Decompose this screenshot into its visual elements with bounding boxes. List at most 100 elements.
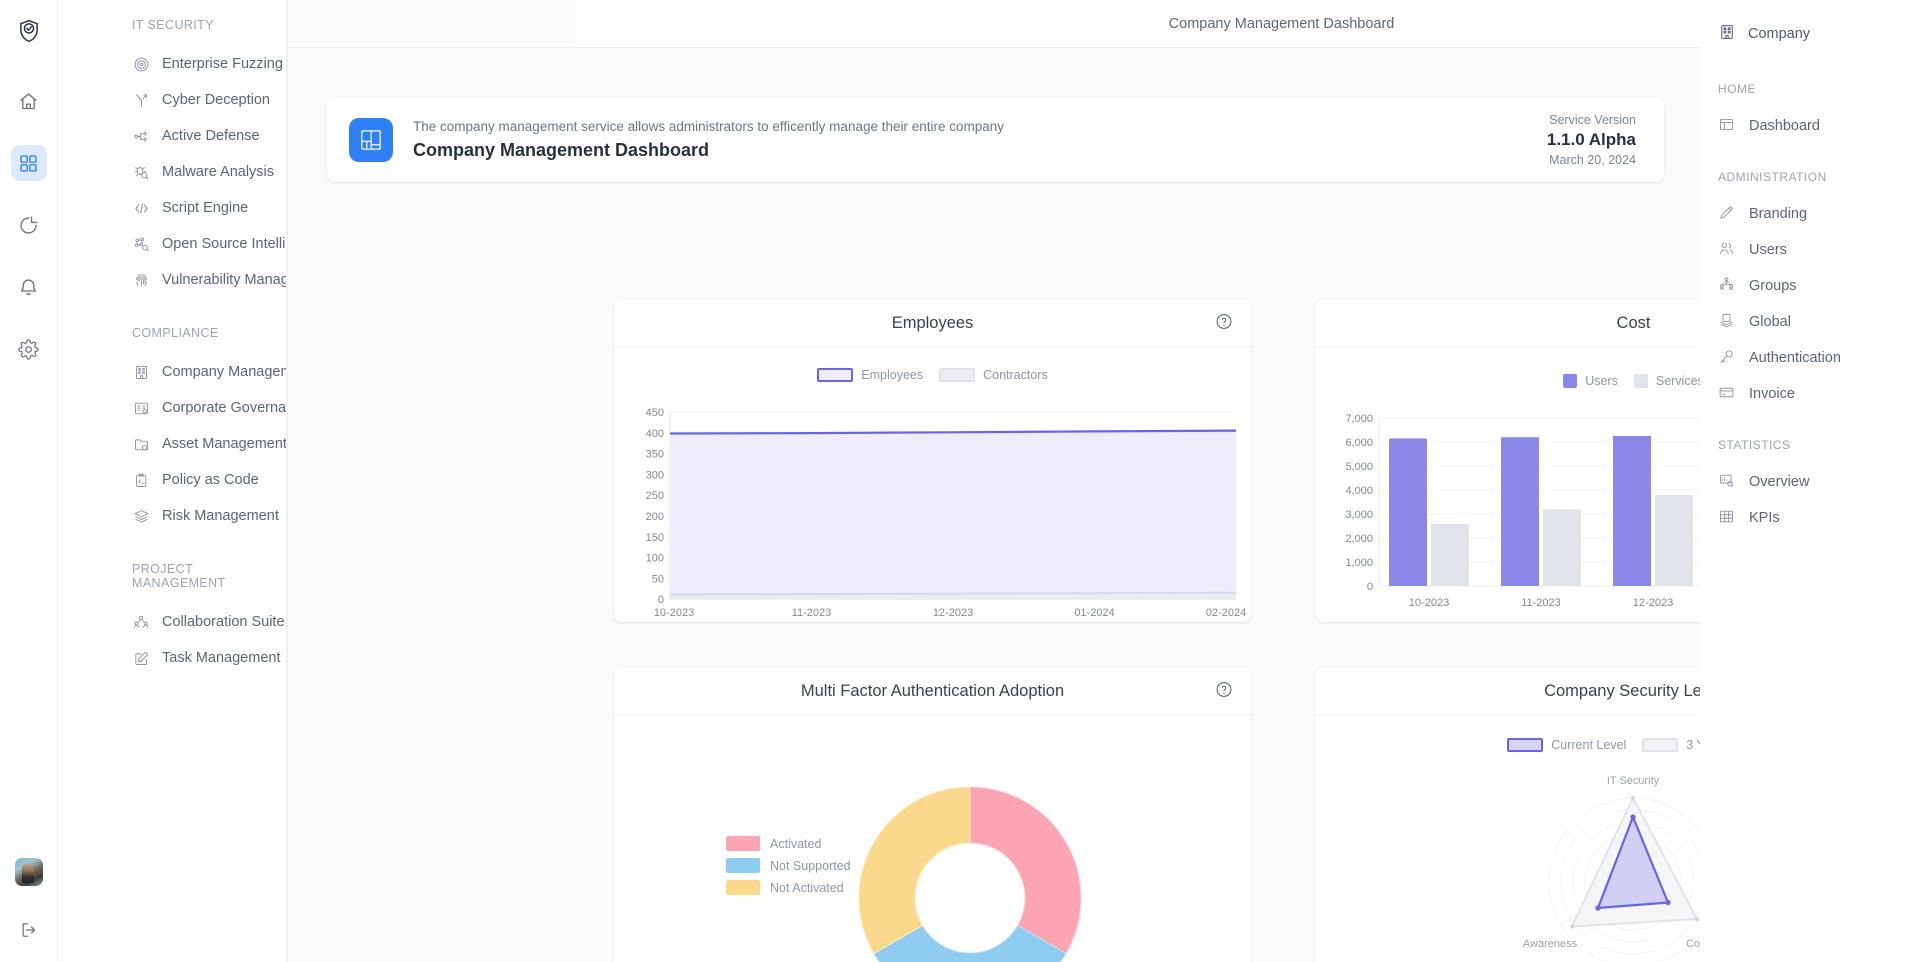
right-sidebar-header-label: Company xyxy=(1748,26,1810,42)
shield-check-logo[interactable] xyxy=(16,18,42,49)
card-header: Company Security Level xyxy=(1315,668,1700,716)
svg-text:50: 50 xyxy=(652,573,664,585)
service-version-date: March 20, 2024 xyxy=(1547,153,1636,167)
rail-analytics-button[interactable] xyxy=(11,207,47,243)
sidebar-item-vulnerability-management[interactable]: Vulnerability Management xyxy=(58,262,286,298)
molecule-search-icon xyxy=(132,235,150,253)
sidebar-item-task-management[interactable]: Task Management xyxy=(58,640,286,676)
right-nav-item-branding[interactable]: Branding xyxy=(1700,196,1920,232)
sidebar-item-label: Enterprise Fuzzing xyxy=(162,56,283,72)
sidebar-item-label: Task Management xyxy=(162,650,280,666)
legend-label: Employees xyxy=(861,368,923,382)
right-nav-item-label: Dashboard xyxy=(1749,118,1820,134)
avatar[interactable] xyxy=(15,858,43,886)
sidebar-item-active-defense[interactable]: Active Defense xyxy=(58,118,286,154)
credit-card-icon xyxy=(1718,384,1735,405)
right-nav-item-dashboard[interactable]: Dashboard xyxy=(1700,108,1920,144)
help-circle-icon[interactable] xyxy=(1215,680,1233,703)
sidebar-item-enterprise-fuzzing[interactable]: Enterprise Fuzzing xyxy=(58,46,286,82)
card-header: Cost xyxy=(1315,300,1700,348)
logout-button[interactable] xyxy=(11,912,47,948)
folder-icon xyxy=(132,435,150,453)
right-nav-group-home: HOME Dashboard xyxy=(1700,82,1920,144)
legend-label: Services xyxy=(1656,374,1700,388)
rail-home-button[interactable] xyxy=(11,83,47,119)
right-nav-group-title: ADMINISTRATION xyxy=(1700,170,1920,184)
legend-item[interactable]: Users xyxy=(1563,374,1618,388)
sidebar-item-risk-management[interactable]: Risk Management xyxy=(58,498,286,534)
right-nav-item-invoice[interactable]: Invoice xyxy=(1700,376,1920,412)
legend-item[interactable]: Contractors xyxy=(939,368,1048,382)
chart-mfa-donut xyxy=(614,770,1251,962)
chart-cost: 7,0006,0005,000 4,0003,0002,000 1,0000 xyxy=(1315,408,1700,622)
svg-text:IT Security: IT Security xyxy=(1607,775,1660,787)
svg-text:01-2024: 01-2024 xyxy=(1074,607,1114,619)
svg-text:10-2023: 10-2023 xyxy=(654,607,694,619)
legend-label: Contractors xyxy=(983,368,1048,382)
legend-item[interactable]: Current Level xyxy=(1507,738,1626,752)
sidebar-item-company-management[interactable]: Company Management xyxy=(58,354,286,390)
chart-legend-employees: Employees Contractors xyxy=(614,348,1251,382)
sidebar-item-label: Risk Management xyxy=(162,508,279,524)
right-nav-item-groups[interactable]: Groups xyxy=(1700,268,1920,304)
svg-text:11-2023: 11-2023 xyxy=(792,607,832,619)
banner-text: The company management service allows ad… xyxy=(413,119,1547,161)
sidebar-item-script-engine[interactable]: Script Engine xyxy=(58,190,286,226)
svg-text:Awareness: Awareness xyxy=(1523,938,1578,950)
help-circle-icon[interactable] xyxy=(1215,312,1233,335)
service-version-value: 1.1.0 Alpha xyxy=(1547,130,1636,150)
legend-swatch-current-level xyxy=(1507,738,1543,752)
icon-rail xyxy=(0,0,58,962)
svg-text:0: 0 xyxy=(1367,581,1373,593)
banner-title: Company Management Dashboard xyxy=(413,140,1547,161)
rail-settings-button[interactable] xyxy=(11,331,47,367)
building-icon xyxy=(132,363,150,381)
sidebar-item-open-source-intelligence[interactable]: Open Source Intelligence xyxy=(58,226,286,262)
rail-apps-button[interactable] xyxy=(11,145,47,181)
sidebar-item-label: Collaboration Suite xyxy=(162,614,285,630)
svg-text:12-2023: 12-2023 xyxy=(933,607,973,619)
edit-square-icon xyxy=(132,649,150,667)
bars-services xyxy=(1431,452,1700,586)
right-nav-item-label: Authentication xyxy=(1749,350,1841,366)
svg-text:4,000: 4,000 xyxy=(1345,485,1373,497)
document-settings-icon xyxy=(132,399,150,417)
rail-notifications-button[interactable] xyxy=(11,269,47,305)
right-nav-item-global[interactable]: Global xyxy=(1700,304,1920,340)
chart-overview-icon xyxy=(1718,472,1735,493)
right-nav-group-statistics: STATISTICS Overview KPIs xyxy=(1700,438,1920,536)
sidebar-item-cyber-deception[interactable]: Cyber Deception xyxy=(58,82,286,118)
service-version-label: Service Version xyxy=(1547,113,1636,127)
sidebar-item-corporate-governance[interactable]: Corporate Governance xyxy=(58,390,286,426)
sidebar-item-label: Script Engine xyxy=(162,200,248,216)
legend-label: Current Level xyxy=(1551,738,1626,752)
right-nav-item-label: Global xyxy=(1749,314,1791,330)
clipboard-code-icon xyxy=(132,471,150,489)
nav-group-compliance: COMPLIANCE Company Management Corporate … xyxy=(58,326,286,534)
card-security-level: Company Security Level Current Level xyxy=(1315,668,1700,962)
nav-group-it-security: IT SECURITY Enterprise Fuzzing Cyber Dec… xyxy=(58,18,286,298)
right-nav-item-label: Overview xyxy=(1749,474,1809,490)
right-sidebar-header[interactable]: Company xyxy=(1700,12,1920,56)
right-nav-item-users[interactable]: Users xyxy=(1700,232,1920,268)
sidebar-item-collaboration-suite[interactable]: Collaboration Suite xyxy=(58,604,286,640)
svg-text:1,000: 1,000 xyxy=(1345,557,1373,569)
right-nav-item-overview[interactable]: Overview xyxy=(1700,464,1920,500)
sidebar-item-asset-management[interactable]: Asset Management xyxy=(58,426,286,462)
database-stack-icon xyxy=(1718,312,1735,333)
chart-security-radar: IT Security Compliance Awareness xyxy=(1315,764,1700,962)
right-nav-item-authentication[interactable]: Authentication xyxy=(1700,340,1920,376)
right-nav-item-kpis[interactable]: KPIs xyxy=(1700,500,1920,536)
svg-text:450: 450 xyxy=(646,407,664,419)
sidebar-item-label: Company Management xyxy=(162,364,287,380)
svg-text:350: 350 xyxy=(646,449,664,461)
card-title: Cost xyxy=(1617,314,1651,333)
legend-item[interactable]: Employees xyxy=(817,368,923,382)
sidebar-item-policy-as-code[interactable]: Policy as Code xyxy=(58,462,286,498)
legend-item[interactable]: Services xyxy=(1634,374,1700,388)
card-title: Multi Factor Authentication Adoption xyxy=(801,682,1064,701)
chart-employees: 450400350 300250200 15010050 0 xyxy=(614,402,1251,622)
legend-item[interactable]: 3 Year Target xyxy=(1642,738,1700,752)
sidebar-item-malware-analysis[interactable]: Malware Analysis xyxy=(58,154,286,190)
nav-group-title: PROJECT MANAGEMENT xyxy=(58,562,286,590)
